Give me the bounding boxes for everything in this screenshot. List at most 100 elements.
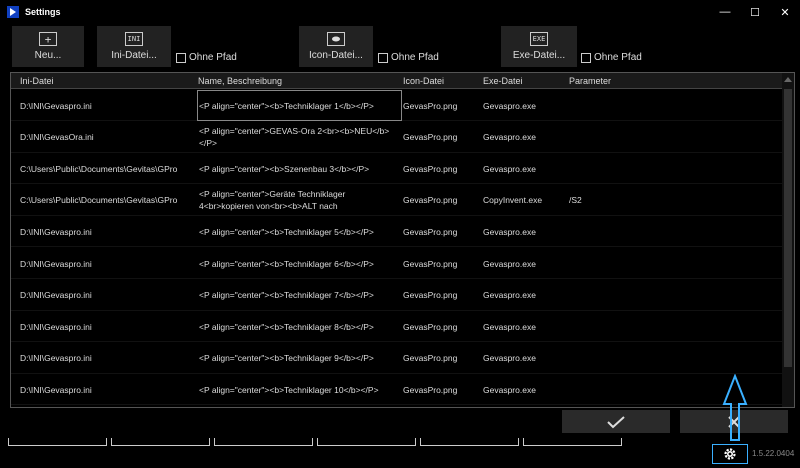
cell-exe-file[interactable]: Gevaspro.exe <box>483 343 567 374</box>
ini-file-button[interactable]: INI Ini-Datei... <box>97 26 171 67</box>
app-icon <box>7 6 19 18</box>
cell-exe-file[interactable]: Gevaspro.exe <box>483 216 567 247</box>
cell-parameter[interactable] <box>569 343 769 374</box>
cell-name[interactable]: <P align="center"><b>Techniklager 7</b><… <box>197 280 402 311</box>
cell-ini-file[interactable]: D:\INI\GevasOra.ini <box>20 122 196 153</box>
table-row[interactable]: D:\INI\Gevaspro.ini <P align="center"><b>… <box>11 343 783 374</box>
cell-icon-file[interactable]: GevasPro.png <box>403 90 481 121</box>
cell-icon-file[interactable]: GevasPro.png <box>403 248 481 279</box>
cell-exe-file[interactable]: Gevaspro.exe <box>483 311 567 342</box>
cell-name[interactable]: <P align="center">Geräte Techniklager 4<… <box>197 185 402 216</box>
cell-name[interactable]: <P align="center"><b>Techniklager 5</b><… <box>197 216 402 247</box>
cell-ini-file[interactable]: D:\INI\Gevaspro.ini <box>20 216 196 247</box>
cell-icon-file[interactable]: GevasPro.png <box>403 216 481 247</box>
cell-ini-file[interactable]: C:\Users\Public\Documents\Gevitas\GPro <box>20 185 196 216</box>
cell-name[interactable]: <P align="center">GEVAS-Ora 2<br><b>NEU<… <box>197 122 402 153</box>
cell-name[interactable]: <P align="center"><b>Techniklager 9</b><… <box>197 343 402 374</box>
bottom-tab[interactable] <box>523 438 622 446</box>
table-row[interactable]: D:\INI\GevasOra.ini <P align="center">GEV… <box>11 122 783 153</box>
cell-ini-file[interactable]: D:\INI\Gevaspro.ini <box>20 280 196 311</box>
bottom-tab[interactable] <box>420 438 519 446</box>
cell-name[interactable]: <P align="center"><b>Techniklager 10</b>… <box>197 374 402 405</box>
gear-icon <box>724 448 736 460</box>
table-row[interactable]: D:\INI\Gevaspro.ini <P align="center"><b>… <box>11 90 783 121</box>
bottom-tab[interactable] <box>214 438 313 446</box>
scroll-thumb[interactable] <box>784 89 792 367</box>
column-header-exe[interactable]: Exe-Datei <box>483 76 523 86</box>
cell-parameter[interactable] <box>569 122 769 153</box>
cell-parameter[interactable] <box>569 90 769 121</box>
exe-file-button[interactable]: EXE Exe-Datei... <box>501 26 577 67</box>
cell-icon-file[interactable]: GevasPro.png <box>403 374 481 405</box>
table-row[interactable]: C:\Users\Public\Documents\Gevitas\GPro <P… <box>11 153 783 185</box>
cell-exe-file[interactable]: CopyInvent.exe <box>483 185 567 216</box>
bottom-tab[interactable] <box>8 438 107 446</box>
column-header-ini[interactable]: Ini-Datei <box>20 76 54 86</box>
settings-gear-button[interactable] <box>712 444 748 464</box>
cell-ini-file[interactable]: D:\INI\Gevaspro.ini <box>20 374 196 405</box>
cell-parameter[interactable] <box>569 248 769 279</box>
cell-parameter[interactable] <box>569 311 769 342</box>
minimize-button[interactable]: — <box>710 0 740 24</box>
close-button[interactable]: ✕ <box>770 0 800 24</box>
table-row[interactable]: C:\Users\Public\Documents\Gevitas\GPro <P… <box>11 185 783 216</box>
checkbox-box[interactable] <box>581 52 591 63</box>
cell-name[interactable]: <P align="center"><b>Szenenbau 3</b></P> <box>197 153 402 184</box>
checkbox-box[interactable] <box>378 52 388 63</box>
cell-parameter[interactable] <box>569 280 769 311</box>
table-row[interactable]: D:\INI\Gevaspro.ini <P align="center"><b>… <box>11 280 783 311</box>
cell-exe-file[interactable]: Gevaspro.exe <box>483 122 567 153</box>
cell-name[interactable]: <P align="center"><b>Techniklager 1</b><… <box>197 90 402 121</box>
cell-exe-file[interactable]: Gevaspro.exe <box>483 153 567 184</box>
table-row[interactable]: D:\INI\Gevaspro.ini <P align="center"><b>… <box>11 311 783 343</box>
ok-button[interactable] <box>562 410 670 433</box>
cell-ini-file[interactable]: C:\Users\Public\Documents\Gevitas\GPro <box>20 153 196 184</box>
checkbox-label: Ohne Pfad <box>391 52 439 63</box>
cell-name[interactable]: <P align="center"><b>Techniklager 6</b><… <box>197 248 402 279</box>
icon-file-button-label: Icon-Datei... <box>309 50 363 61</box>
checkbox-label: Ohne Pfad <box>189 52 237 63</box>
cell-parameter[interactable] <box>569 153 769 184</box>
checkbox-box[interactable] <box>176 52 186 63</box>
cell-icon-file[interactable]: GevasPro.png <box>403 153 481 184</box>
column-header-name[interactable]: Name, Beschreibung <box>198 76 282 86</box>
icon-file-button[interactable]: Icon-Datei... <box>299 26 373 67</box>
ini-ohne-pfad-checkbox[interactable]: Ohne Pfad <box>176 52 237 63</box>
cell-ini-file[interactable]: D:\INI\Gevaspro.ini <box>20 90 196 121</box>
exe-ohne-pfad-checkbox[interactable]: Ohne Pfad <box>581 52 642 63</box>
cell-exe-file[interactable]: Gevaspro.exe <box>483 248 567 279</box>
table-row[interactable]: D:\INI\Gevaspro.ini <P align="center"><b>… <box>11 248 783 279</box>
cell-exe-file[interactable]: Gevaspro.exe <box>483 374 567 405</box>
icon-ohne-pfad-checkbox[interactable]: Ohne Pfad <box>378 52 439 63</box>
cell-icon-file[interactable]: GevasPro.png <box>403 343 481 374</box>
table-row[interactable]: D:\INI\Gevaspro.ini <P align="center"><b>… <box>11 216 783 248</box>
column-header-parameter[interactable]: Parameter <box>569 76 611 86</box>
bottom-tab[interactable] <box>111 438 210 446</box>
cell-ini-file[interactable]: D:\INI\Gevaspro.ini <box>20 343 196 374</box>
column-header-icon[interactable]: Icon-Datei <box>403 76 444 86</box>
table-row[interactable]: D:\INI\Gevaspro.ini <P align="center"><b>… <box>11 374 783 406</box>
cell-ini-file[interactable]: D:\INI\Gevaspro.ini <box>20 311 196 342</box>
cell-exe-file[interactable]: Gevaspro.exe <box>483 280 567 311</box>
cell-icon-file[interactable]: GevasPro.png <box>403 311 481 342</box>
ini-file-icon: INI <box>125 32 143 46</box>
exe-file-button-label: Exe-Datei... <box>512 50 566 61</box>
maximize-button[interactable]: ☐ <box>740 0 770 24</box>
vertical-scrollbar[interactable] <box>782 73 794 407</box>
cell-icon-file[interactable]: GevasPro.png <box>403 280 481 311</box>
scroll-up-icon[interactable] <box>784 77 792 82</box>
cell-icon-file[interactable]: GevasPro.png <box>403 185 481 216</box>
cell-parameter[interactable]: /S2 <box>569 185 769 216</box>
cell-icon-file[interactable]: GevasPro.png <box>403 122 481 153</box>
annotation-arrow-icon <box>722 374 748 441</box>
cell-ini-file[interactable]: D:\INI\Gevaspro.ini <box>20 248 196 279</box>
bottom-tab[interactable] <box>317 438 416 446</box>
new-button[interactable]: + Neu... <box>12 26 84 67</box>
cell-name[interactable]: <P align="center"><b>Techniklager 8</b><… <box>197 311 402 342</box>
cell-parameter[interactable] <box>569 216 769 247</box>
cell-exe-file[interactable]: Gevaspro.exe <box>483 90 567 121</box>
checkbox-label: Ohne Pfad <box>594 52 642 63</box>
plus-icon: + <box>39 32 57 46</box>
window-title: Settings <box>25 7 61 17</box>
title-bar: Settings — ☐ ✕ <box>0 0 800 24</box>
